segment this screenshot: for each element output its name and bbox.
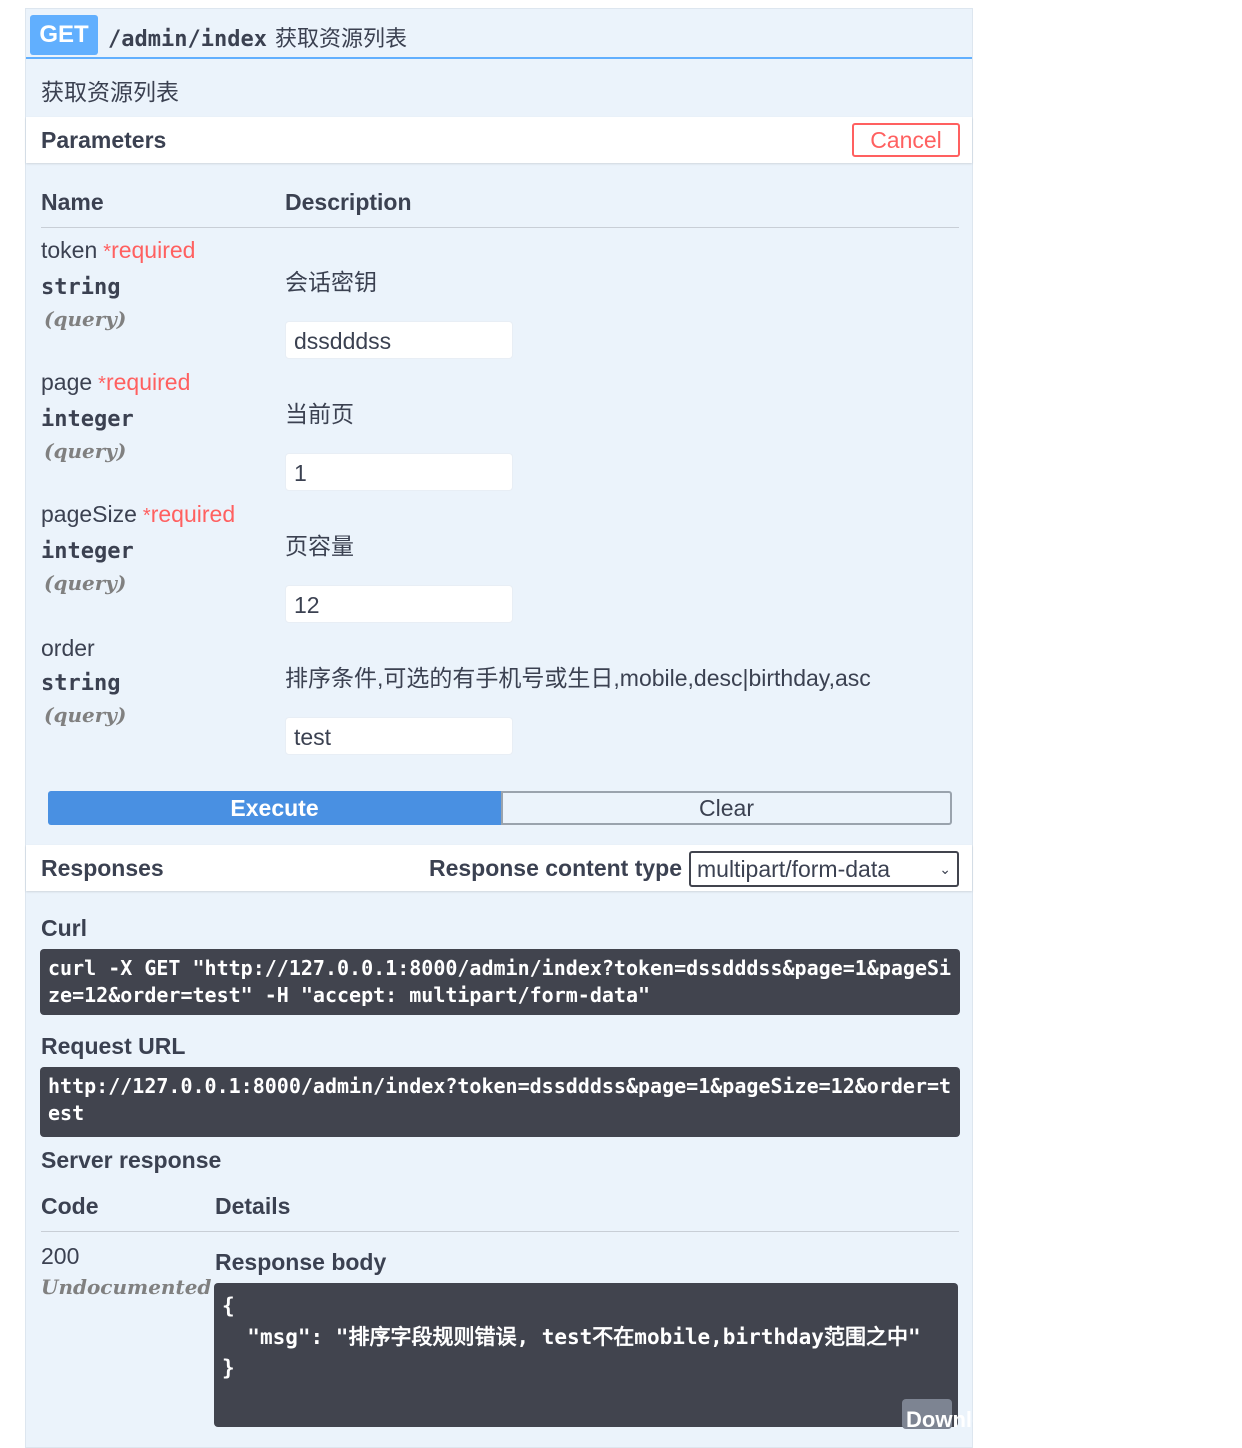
cancel-button[interactable]: Cancel <box>852 123 960 157</box>
server-response-label: Server response <box>41 1147 222 1173</box>
param-location: (query) <box>44 307 127 331</box>
request-url-label: Request URL <box>41 1033 186 1059</box>
response-status: Undocumented <box>41 1275 212 1299</box>
param-location: (query) <box>44 703 127 727</box>
parameters-title: Parameters <box>41 127 167 153</box>
param-type: integer <box>41 539 134 564</box>
chevron-down-icon: ⌄ <box>939 860 951 877</box>
parameters-header: Parameters Cancel <box>26 117 972 163</box>
param-description: 会话密钥 <box>285 269 377 295</box>
clear-button[interactable]: Clear <box>501 791 952 825</box>
column-header-details: Details <box>215 1193 291 1219</box>
column-header-name: Name <box>41 189 104 215</box>
param-type: integer <box>41 407 134 432</box>
param-name-page: page *required <box>41 369 191 395</box>
operation-description: 获取资源列表 <box>41 79 179 105</box>
param-name-order: order <box>41 635 95 661</box>
response-code: 200 <box>41 1243 80 1269</box>
required-marker: *required <box>103 237 196 263</box>
param-description: 页容量 <box>285 533 354 559</box>
response-table-divider <box>41 1231 959 1232</box>
operation-summary[interactable]: GET /admin/index 获取资源列表 <box>26 9 972 59</box>
param-type: string <box>41 275 121 300</box>
responses-header: Responses Response content type multipar… <box>26 845 972 891</box>
column-header-code: Code <box>41 1193 99 1219</box>
operation-path: /admin/index 获取资源列表 <box>108 21 407 53</box>
curl-command[interactable]: curl -X GET "http://127.0.0.1:8000/admin… <box>40 949 960 1015</box>
response-body[interactable]: { "msg": "排序字段规则错误, test不在mobile,birthda… <box>214 1283 958 1427</box>
responses-title: Responses <box>41 855 164 881</box>
curl-label: Curl <box>41 915 87 941</box>
execute-button[interactable]: Execute <box>48 791 501 825</box>
param-description: 排序条件,可选的有手机号或生日,mobile,desc|birthday,asc <box>285 665 871 691</box>
response-body-label: Response body <box>215 1249 387 1275</box>
param-location: (query) <box>44 439 127 463</box>
path-text: /admin/index <box>108 27 267 52</box>
response-content-type-select[interactable]: multipart/form-data ⌄ <box>689 851 959 887</box>
response-content-type-label: Response content type <box>428 855 682 881</box>
order-input[interactable]: test <box>285 717 513 755</box>
operation-block: GET /admin/index 获取资源列表 获取资源列表 Parameters… <box>25 8 1011 1448</box>
required-marker: *required <box>142 501 236 527</box>
token-input[interactable]: dssdddss <box>285 321 513 359</box>
column-header-description: Description <box>285 189 412 215</box>
method-badge: GET <box>30 15 98 55</box>
download-label: Download <box>906 1407 1012 1432</box>
param-name-token: token *required <box>41 237 196 263</box>
pagesize-input[interactable]: 12 <box>285 585 513 623</box>
param-type: string <box>41 671 121 696</box>
request-url[interactable]: http://127.0.0.1:8000/admin/index?token=… <box>40 1067 960 1137</box>
operation-summary-text: 获取资源列表 <box>274 27 407 52</box>
param-location: (query) <box>44 571 127 595</box>
page-input[interactable]: 1 <box>285 453 513 491</box>
required-marker: *required <box>98 369 191 395</box>
param-description: 当前页 <box>285 401 354 427</box>
table-divider <box>41 227 959 228</box>
param-name-pagesize: pageSize *required <box>41 501 236 527</box>
